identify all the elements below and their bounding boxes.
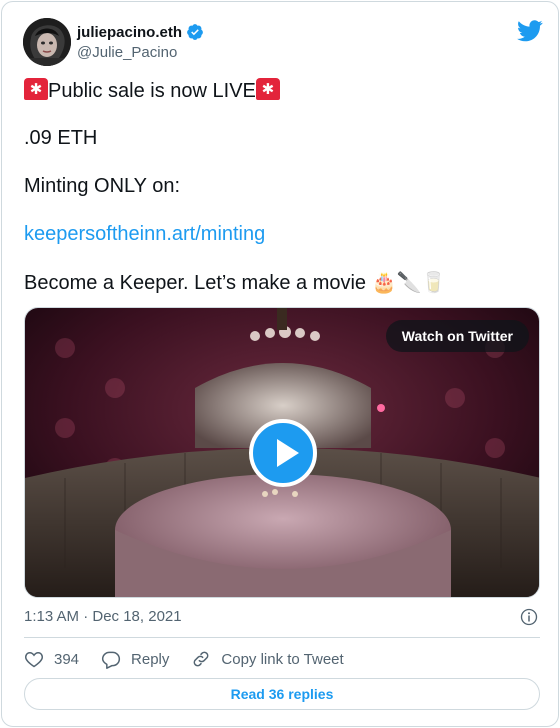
- author-names: juliepacino.eth @Julie_Pacino: [77, 22, 204, 61]
- tweet-line-keeper: Become a Keeper. Let’s make a movie 🎂🔪🥛: [24, 270, 446, 295]
- watch-on-twitter-button[interactable]: Watch on Twitter: [385, 320, 529, 352]
- twitter-logo-icon[interactable]: [517, 20, 543, 42]
- reply-icon: [101, 651, 121, 669]
- copy-link-label: Copy link to Tweet: [221, 650, 344, 668]
- action-bar: 394 Reply Copy link to Tweet: [24, 647, 344, 671]
- sale-text: Public sale is now LIVE: [48, 80, 256, 102]
- siren-icon: [255, 78, 280, 100]
- video-media[interactable]: Watch on Twitter: [24, 307, 540, 598]
- info-icon[interactable]: [520, 608, 538, 626]
- tweet-card: juliepacino.eth @Julie_Pacino Public sal…: [1, 1, 559, 727]
- divider: [24, 637, 540, 638]
- author-handle[interactable]: @Julie_Pacino: [77, 44, 204, 61]
- tweet-line-price: .09 ETH: [24, 127, 98, 149]
- display-name[interactable]: juliepacino.eth: [77, 24, 182, 41]
- tweet-header: juliepacino.eth @Julie_Pacino: [23, 18, 543, 68]
- emoji-sequence: 🎂🔪🥛: [371, 270, 447, 294]
- like-button[interactable]: 394: [24, 649, 79, 669]
- tweet-line-sale: Public sale is now LIVE: [24, 78, 280, 103]
- verified-badge-icon: [187, 24, 203, 40]
- heart-icon: [25, 651, 43, 668]
- reply-button[interactable]: Reply: [101, 649, 169, 669]
- tweet-line-minting: Minting ONLY on:: [24, 175, 181, 197]
- read-replies-button[interactable]: Read 36 replies: [24, 678, 540, 710]
- siren-icon: [24, 78, 48, 100]
- avatar[interactable]: [23, 18, 71, 66]
- meta-row: 1:13 AM · Dec 18, 2021: [24, 606, 540, 628]
- keeper-text: Become a Keeper. Let’s make a movie: [24, 272, 367, 294]
- play-button[interactable]: [249, 419, 317, 487]
- minting-link[interactable]: keepersoftheinn.art/minting: [24, 222, 265, 246]
- tweet-timestamp[interactable]: 1:13 AM · Dec 18, 2021: [24, 608, 182, 625]
- copy-link-button[interactable]: Copy link to Tweet: [191, 649, 344, 669]
- reply-label: Reply: [131, 650, 170, 668]
- like-count: 394: [54, 650, 80, 668]
- link-icon: [194, 651, 209, 667]
